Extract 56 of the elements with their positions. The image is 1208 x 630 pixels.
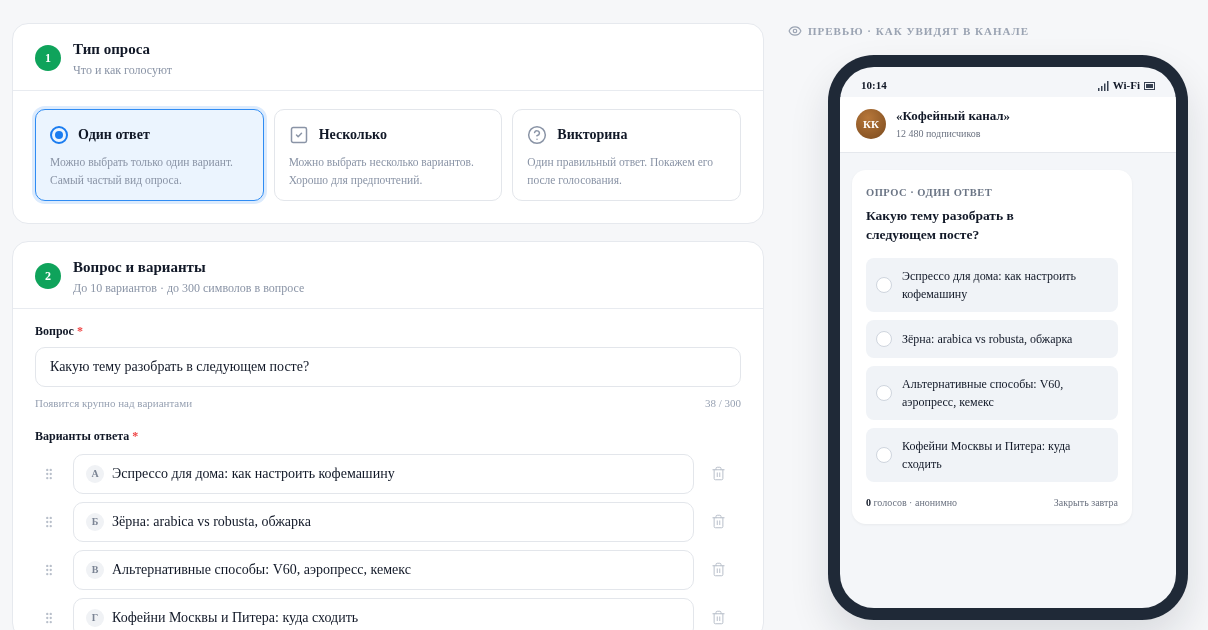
field-label: Варианты ответа [35, 427, 130, 445]
answer-text: Зёрна: arabica vs robusta, обжарка [112, 513, 311, 531]
answer-field[interactable]: А Эспрессо для дома: как настроить кофемашину [73, 453, 694, 494]
eye-icon [788, 24, 802, 39]
field-label: Вопрос [35, 323, 74, 340]
delete-icon[interactable] [711, 466, 726, 481]
answer-letter: В [86, 560, 104, 579]
answer-field[interactable]: Г Кофейни Москвы и Питера: куда сходить [73, 597, 694, 630]
poll-type-option[interactable]: Несколько Можно выбрать несколько вариантов. Хорошо для предпочтений. [273, 109, 503, 201]
subscriber-count: 12 480 подписчиков [896, 126, 982, 141]
answer-text: Эспрессо для дома: как настроить кофемашину [112, 465, 395, 483]
step-number: 1 [35, 45, 61, 71]
poll-question: Какую тему разобрать в следующем посте? [866, 207, 1015, 245]
delete-icon[interactable] [711, 562, 726, 577]
step-number: 2 [35, 263, 61, 289]
signal-icon [1097, 80, 1109, 91]
preview-heading: ПРЕВЬЮ · КАК УВИДЯТ В КАНАЛЕ [808, 24, 1030, 39]
channel-avatar: КК [856, 109, 886, 139]
vote-count: 0 голосов · анонимно [866, 496, 958, 511]
question-input[interactable]: Какую тему разобрать в следующем посте? [35, 347, 741, 387]
section-subtitle: Что и как голосуют [73, 62, 173, 79]
answer-letter: А [86, 464, 104, 483]
poll-type-option[interactable]: Один ответ Можно выбрать только один вариант. Самый частый вид опроса. [35, 109, 264, 201]
help-icon [527, 124, 548, 145]
battery-icon [1144, 81, 1155, 90]
answer-letter: Г [86, 608, 104, 627]
channel-name: «Кофейный канал» [896, 107, 1011, 124]
delete-icon[interactable] [711, 514, 726, 529]
poll-option-text: Кофейни Москвы и Питера: куда сходить [902, 438, 1072, 474]
required-mark: * [132, 427, 139, 445]
answer-field[interactable]: Б Зёрна: arabica vs robusta, обжарка [73, 501, 694, 542]
character-counter: 38 / 300 [704, 396, 741, 411]
poll-option[interactable]: Альтернативные способы: V60, аэропресс, кемекс [866, 366, 1118, 421]
status-time: 10:14 [861, 78, 887, 94]
field-hint: Появится крупно над вариантами [35, 396, 193, 411]
checkbox-icon [288, 124, 309, 145]
section-title: Тип опроса [73, 40, 151, 59]
poll-option[interactable]: Эспрессо для дома: как настроить кофемашину [866, 258, 1118, 313]
answer-text: Кофейни Москвы и Питера: куда сходить [112, 609, 359, 627]
poll-option[interactable]: Зёрна: arabica vs robusta, обжарка [866, 320, 1118, 359]
answer-letter: Б [86, 512, 104, 531]
section-subtitle: До 10 вариантов · до 300 символов в вопросе [73, 280, 305, 297]
poll-option-text: Зёрна: arabica vs robusta, обжарка [902, 331, 1074, 349]
section-title: Вопрос и варианты [73, 258, 207, 277]
radio-selected-icon [50, 125, 68, 144]
answer-field[interactable]: В Альтернативные способы: V60, аэропресс, кемекс [73, 549, 694, 590]
delete-icon[interactable] [711, 610, 726, 625]
answer-text: Альтернативные способы: V60, аэропресс, кемекс [112, 561, 411, 579]
close-note: Закрыть завтра [1053, 496, 1118, 511]
poll-option[interactable]: Кофейни Москвы и Питера: куда сходить [866, 428, 1118, 483]
poll-option-text: Эспрессо для дома: как настроить кофемашину [902, 268, 1078, 304]
poll-option-text: Альтернативные способы: V60, аэропресс, кемекс [902, 376, 1065, 412]
network-label: Wi-Fi [1112, 78, 1140, 94]
poll-type-option[interactable]: Викторина Один правильный ответ. Покажем его после голосования. [512, 109, 741, 201]
required-mark: * [76, 323, 83, 340]
poll-type-label: ОПРОС · ОДИН ОТВЕТ [866, 185, 994, 200]
